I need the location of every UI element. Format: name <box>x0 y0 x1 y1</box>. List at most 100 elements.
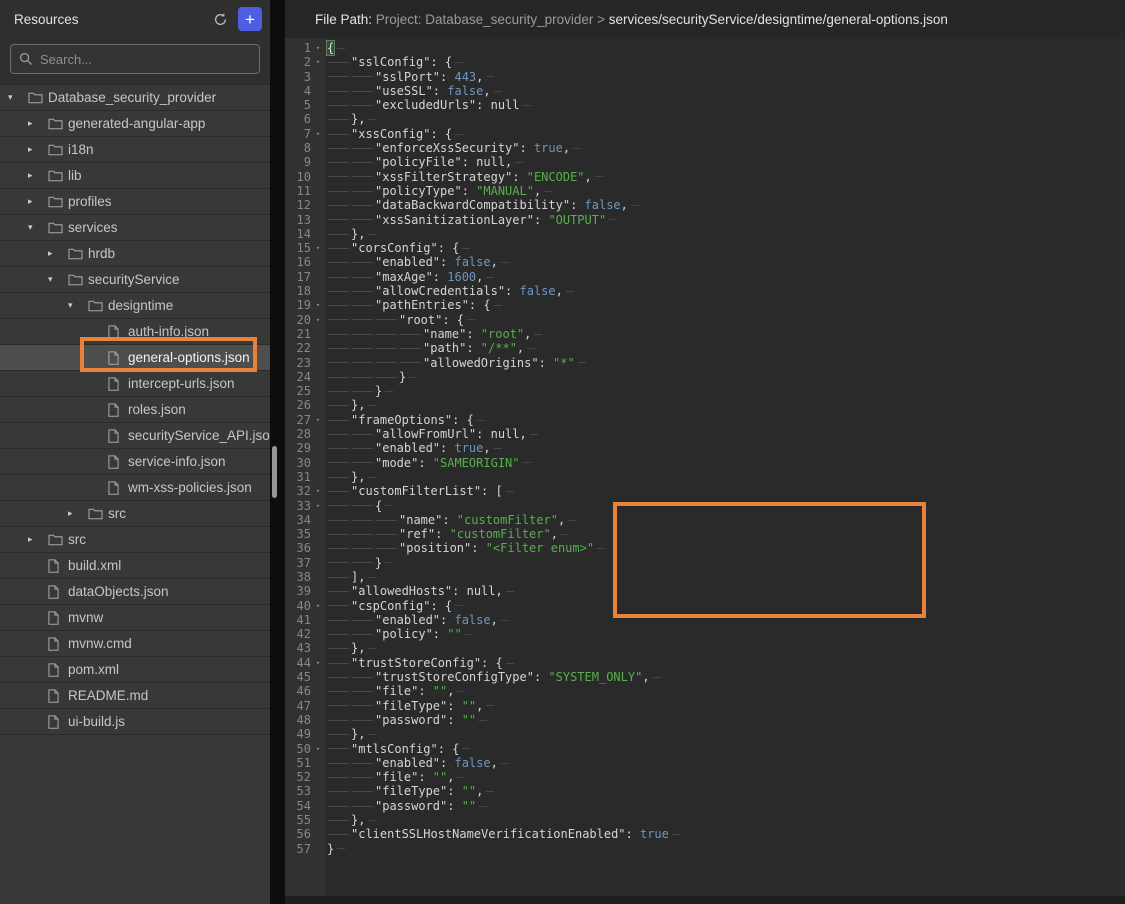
tree-item-hrdb[interactable]: ▸hrdb <box>0 241 270 267</box>
code-line[interactable]: 24} <box>285 370 1125 384</box>
code-line[interactable]: 55}, <box>285 813 1125 827</box>
code-line[interactable]: 31}, <box>285 470 1125 484</box>
tree-item-wm-xss-policies-json[interactable]: wm-xss-policies.json <box>0 475 270 501</box>
code-line[interactable]: 50▾"mtlsConfig": { <box>285 742 1125 756</box>
chevron-right-icon[interactable]: ▸ <box>28 534 48 545</box>
search-input[interactable] <box>40 52 251 67</box>
code-line[interactable]: 48"password": "" <box>285 713 1125 727</box>
code-line[interactable]: 30"mode": "SAMEORIGIN" <box>285 456 1125 470</box>
code-line[interactable]: 22"path": "/**", <box>285 341 1125 355</box>
fold-marker-icon[interactable]: ▾ <box>311 313 325 327</box>
fold-marker-icon[interactable]: ▾ <box>311 241 325 255</box>
code-line[interactable]: 35"ref": "customFilter", <box>285 527 1125 541</box>
code-line[interactable]: 20▾"root": { <box>285 313 1125 327</box>
tree-item-mvnw[interactable]: mvnw <box>0 605 270 631</box>
fold-marker-icon[interactable]: ▾ <box>311 599 325 613</box>
code-line[interactable]: 40▾"cspConfig": { <box>285 599 1125 613</box>
code-line[interactable]: 8"enforceXssSecurity": true, <box>285 141 1125 155</box>
code-line[interactable]: 7▾"xssConfig": { <box>285 127 1125 141</box>
chevron-down-icon[interactable]: ▾ <box>68 300 88 311</box>
code-line[interactable]: 57} <box>285 842 1125 856</box>
code-line[interactable]: 41"enabled": false, <box>285 613 1125 627</box>
fold-marker-icon[interactable]: ▾ <box>311 484 325 498</box>
code-line[interactable]: 16"enabled": false, <box>285 255 1125 269</box>
tree-item-pom-xml[interactable]: pom.xml <box>0 657 270 683</box>
tree-item-roles-json[interactable]: roles.json <box>0 397 270 423</box>
tree-item-securityservice-api-json[interactable]: securityService_API.json <box>0 423 270 449</box>
tree-item-securityservice[interactable]: ▾securityService <box>0 267 270 293</box>
code-line[interactable]: 11"policyType": "MANUAL", <box>285 184 1125 198</box>
code-line[interactable]: 23"allowedOrigins": "*" <box>285 356 1125 370</box>
code-line[interactable]: 38], <box>285 570 1125 584</box>
fold-marker-icon[interactable]: ▾ <box>311 55 325 69</box>
fold-marker-icon[interactable]: ▾ <box>311 298 325 312</box>
code-line[interactable]: 27▾"frameOptions": { <box>285 413 1125 427</box>
chevron-down-icon[interactable]: ▾ <box>48 274 68 285</box>
chevron-right-icon[interactable]: ▸ <box>68 508 88 519</box>
code-line[interactable]: 42"policy": "" <box>285 627 1125 641</box>
code-line[interactable]: 53"fileType": "", <box>285 784 1125 798</box>
chevron-right-icon[interactable]: ▸ <box>28 118 48 129</box>
tree-item-database-security-provider[interactable]: ▾Database_security_provider <box>0 85 270 111</box>
code-line[interactable]: 18"allowCredentials": false, <box>285 284 1125 298</box>
code-line[interactable]: 32▾"customFilterList": [ <box>285 484 1125 498</box>
code-line[interactable]: 39"allowedHosts": null, <box>285 584 1125 598</box>
fold-marker-icon[interactable]: ▾ <box>311 127 325 141</box>
code-line[interactable]: 56"clientSSLHostNameVerificationEnabled"… <box>285 827 1125 841</box>
tree-item-src[interactable]: ▸src <box>0 501 270 527</box>
fold-marker-icon[interactable]: ▾ <box>311 41 325 55</box>
tree-item-src[interactable]: ▸src <box>0 527 270 553</box>
code-line[interactable]: 54"password": "" <box>285 799 1125 813</box>
code-line[interactable]: 49}, <box>285 727 1125 741</box>
code-line[interactable]: 37} <box>285 556 1125 570</box>
code-line[interactable]: 26}, <box>285 398 1125 412</box>
tree-item-auth-info-json[interactable]: auth-info.json <box>0 319 270 345</box>
tree-item-readme-md[interactable]: README.md <box>0 683 270 709</box>
code-editor[interactable]: 1▾{2▾"sslConfig": {3"sslPort": 443,4"use… <box>285 38 1125 904</box>
tree-item-general-options-json[interactable]: general-options.json <box>0 345 270 371</box>
code-line[interactable]: 33▾{ <box>285 499 1125 513</box>
fold-marker-icon[interactable]: ▾ <box>311 742 325 756</box>
code-line[interactable]: 34"name": "customFilter", <box>285 513 1125 527</box>
code-line[interactable]: 28"allowFromUrl": null, <box>285 427 1125 441</box>
tree-item-generated-angular-app[interactable]: ▸generated-angular-app <box>0 111 270 137</box>
code-line[interactable]: 4"useSSL": false, <box>285 84 1125 98</box>
fold-marker-icon[interactable]: ▾ <box>311 499 325 513</box>
refresh-button[interactable] <box>208 7 232 31</box>
tree-item-designtime[interactable]: ▾designtime <box>0 293 270 319</box>
code-line[interactable]: 43}, <box>285 641 1125 655</box>
search-box[interactable] <box>10 44 260 74</box>
fold-marker-icon[interactable]: ▾ <box>311 413 325 427</box>
code-line[interactable]: 46"file": "", <box>285 684 1125 698</box>
code-line[interactable]: 51"enabled": false, <box>285 756 1125 770</box>
code-line[interactable]: 45"trustStoreConfigType": "SYSTEM_ONLY", <box>285 670 1125 684</box>
chevron-down-icon[interactable]: ▾ <box>28 222 48 233</box>
chevron-right-icon[interactable]: ▸ <box>28 196 48 207</box>
code-line[interactable]: 6}, <box>285 112 1125 126</box>
code-line[interactable]: 36"position": "<Filter enum>" <box>285 541 1125 555</box>
code-line[interactable]: 47"fileType": "", <box>285 699 1125 713</box>
code-line[interactable]: 29"enabled": true, <box>285 441 1125 455</box>
tree-scrollbar-thumb[interactable] <box>272 446 277 498</box>
tree-item-service-info-json[interactable]: service-info.json <box>0 449 270 475</box>
tree-item-lib[interactable]: ▸lib <box>0 163 270 189</box>
tree-item-build-xml[interactable]: build.xml <box>0 553 270 579</box>
code-line[interactable]: 14}, <box>285 227 1125 241</box>
chevron-right-icon[interactable]: ▸ <box>28 170 48 181</box>
code-line[interactable]: 19▾"pathEntries": { <box>285 298 1125 312</box>
tree-item-intercept-urls-json[interactable]: intercept-urls.json <box>0 371 270 397</box>
code-line[interactable]: 9"policyFile": null, <box>285 155 1125 169</box>
chevron-right-icon[interactable]: ▸ <box>28 144 48 155</box>
tree-item-services[interactable]: ▾services <box>0 215 270 241</box>
code-line[interactable]: 44▾"trustStoreConfig": { <box>285 656 1125 670</box>
code-line[interactable]: 10"xssFilterStrategy": "ENCODE", <box>285 170 1125 184</box>
tree-item-i18n[interactable]: ▸i18n <box>0 137 270 163</box>
tree-item-dataobjects-json[interactable]: dataObjects.json <box>0 579 270 605</box>
code-line[interactable]: 5"excludedUrls": null <box>285 98 1125 112</box>
code-line[interactable]: 15▾"corsConfig": { <box>285 241 1125 255</box>
code-line[interactable]: 52"file": "", <box>285 770 1125 784</box>
code-line[interactable]: 13"xssSanitizationLayer": "OUTPUT" <box>285 213 1125 227</box>
tree-item-profiles[interactable]: ▸profiles <box>0 189 270 215</box>
add-resource-button[interactable]: + <box>238 7 262 31</box>
code-line[interactable]: 3"sslPort": 443, <box>285 70 1125 84</box>
